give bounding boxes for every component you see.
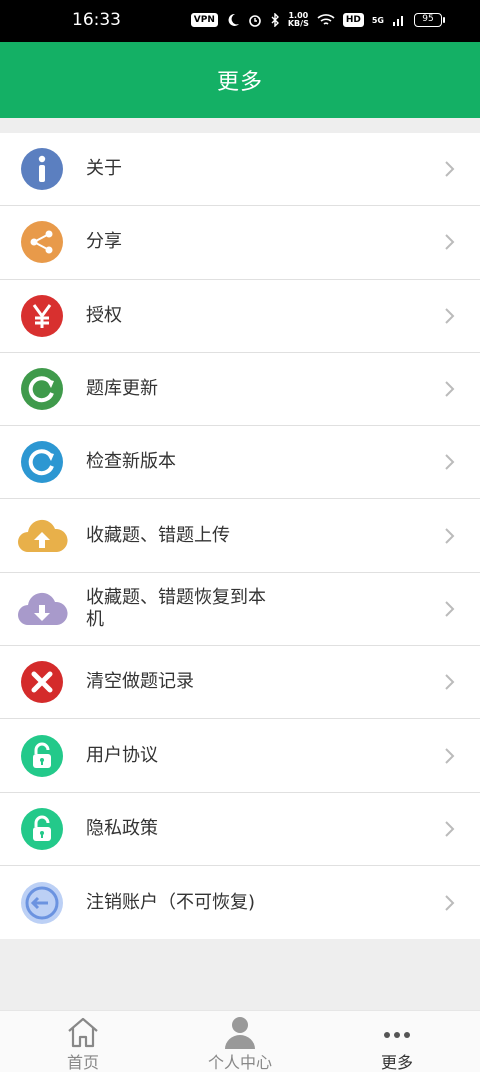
app-bar: 更多 xyxy=(0,42,480,118)
share-icon xyxy=(20,220,64,264)
menu-item-share[interactable]: 分享 xyxy=(0,206,480,280)
bluetooth-icon xyxy=(271,13,279,27)
lock-icon xyxy=(20,734,64,778)
chevron-right-icon xyxy=(445,234,455,251)
tab-label: 更多 xyxy=(380,1053,413,1072)
menu-item-restore-favorites[interactable]: 收藏题、错题恢复到本机 xyxy=(0,573,480,647)
yen-icon xyxy=(20,294,64,338)
menu-item-label: 收藏题、错题上传 xyxy=(86,524,230,546)
menu-item-label: 检查新版本 xyxy=(86,451,176,473)
bottom-tab-bar: 首页 个人中心 更多 xyxy=(0,1010,480,1072)
chevron-right-icon xyxy=(445,601,455,617)
wifi-icon xyxy=(317,14,335,25)
chevron-right-icon xyxy=(445,894,455,911)
menu-item-upload-favorites[interactable]: 收藏题、错题上传 xyxy=(0,499,480,573)
menu-item-label: 注销账户（不可恢复) xyxy=(86,891,256,913)
menu-item-label: 题库更新 xyxy=(86,378,158,400)
lock-icon xyxy=(20,807,64,851)
status-bar: 16:33 VPN 1.00 KB/S HD 5G 95 xyxy=(0,0,480,42)
close-icon xyxy=(20,660,64,704)
menu-item-authorize[interactable]: 授权 xyxy=(0,280,480,353)
chevron-right-icon xyxy=(445,454,455,471)
refresh-icon xyxy=(20,367,64,411)
more-menu-list: 关于 分享 授权 题库更新 检查新版本 收藏题、错题上传 收藏题、错题恢复到本机… xyxy=(0,133,480,940)
vpn-badge: VPN xyxy=(190,13,218,27)
tab-label: 首页 xyxy=(66,1053,99,1072)
menu-item-label: 分享 xyxy=(86,231,122,253)
menu-item-label: 隐私政策 xyxy=(86,817,158,839)
network-speed: 1.00 KB/S xyxy=(288,12,309,28)
menu-item-about[interactable]: 关于 xyxy=(0,133,480,207)
chevron-right-icon xyxy=(445,381,455,397)
user-icon xyxy=(225,1017,255,1049)
tab-home[interactable]: 首页 xyxy=(3,1011,163,1072)
menu-item-label: 收藏题、错题恢复到本机 xyxy=(86,586,266,630)
home-icon xyxy=(68,1017,98,1048)
alarm-icon xyxy=(249,15,261,27)
chevron-right-icon xyxy=(445,161,455,177)
menu-item-label: 关于 xyxy=(86,158,122,180)
menu-item-clear-records[interactable]: 清空做题记录 xyxy=(0,646,480,720)
battery-indicator: 95 xyxy=(414,13,445,27)
menu-item-label: 授权 xyxy=(86,304,122,326)
more-icon xyxy=(384,1032,410,1038)
status-icons: VPN 1.00 KB/S HD 5G 95 xyxy=(190,12,445,28)
chevron-right-icon xyxy=(445,308,455,324)
chevron-right-icon xyxy=(445,527,455,544)
info-icon xyxy=(20,147,64,191)
chevron-right-icon xyxy=(445,821,455,837)
tab-personal-center[interactable]: 个人中心 xyxy=(160,1011,320,1072)
speed-unit: KB/S xyxy=(287,19,309,28)
signal-icon xyxy=(393,16,403,26)
menu-item-label: 用户协议 xyxy=(86,744,158,766)
chevron-right-icon xyxy=(445,674,455,690)
logout-icon xyxy=(20,881,64,925)
tab-label: 个人中心 xyxy=(207,1053,272,1072)
hd-badge: HD xyxy=(342,13,364,27)
tab-more[interactable]: 更多 xyxy=(317,1011,477,1072)
refresh-icon xyxy=(20,440,64,484)
cloud-download-icon xyxy=(16,587,68,631)
cloud-upload-icon xyxy=(16,514,68,558)
menu-item-delete-account[interactable]: 注销账户（不可恢复) xyxy=(0,866,480,939)
menu-item-privacy-policy[interactable]: 隐私政策 xyxy=(0,793,480,866)
status-time: 16:33 xyxy=(72,10,121,30)
menu-item-question-bank-update[interactable]: 题库更新 xyxy=(0,353,480,427)
menu-item-check-version[interactable]: 检查新版本 xyxy=(0,426,480,500)
menu-item-user-agreement[interactable]: 用户协议 xyxy=(0,719,480,793)
moon-icon xyxy=(228,13,239,26)
chevron-right-icon xyxy=(445,747,455,764)
net-type: 5G xyxy=(371,15,384,25)
page-title: 更多 xyxy=(216,70,263,95)
menu-item-label: 清空做题记录 xyxy=(86,671,194,693)
